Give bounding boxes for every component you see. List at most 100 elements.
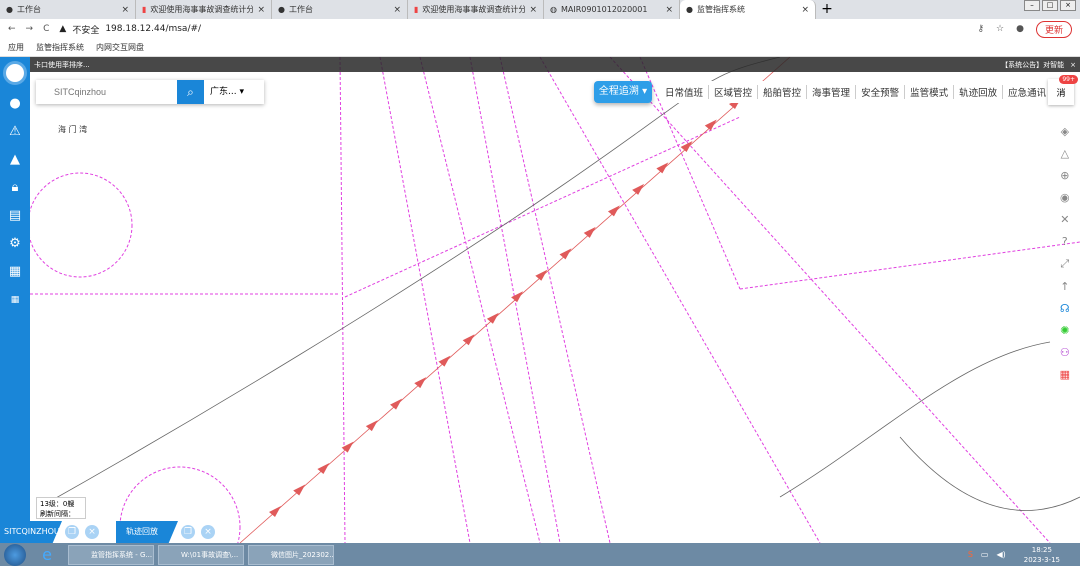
- back-icon[interactable]: ←: [8, 24, 16, 34]
- notice-bar: 卡口使用率排序... 【系统公告】对智能 ×: [30, 57, 1080, 72]
- browser-tab-active[interactable]: ● 监管指挥系统 ×: [680, 0, 816, 19]
- menu-item[interactable]: 区域管控: [709, 85, 759, 99]
- sidebar: ● ⚠ ▲ 🔒︎ ▤ ⚙ ▦ ▦: [0, 57, 30, 543]
- help-icon[interactable]: ?: [1060, 235, 1070, 248]
- close-icon[interactable]: ×: [1070, 61, 1076, 69]
- search-input[interactable]: [36, 80, 177, 104]
- warning-icon[interactable]: △: [1060, 147, 1070, 160]
- bookmarks-bar: 应用 监管指挥系统 内网交互网盘: [0, 39, 1080, 57]
- browser-tab[interactable]: ▮欢迎使用海事事故调查统计分析...×: [408, 0, 544, 19]
- ime-icon[interactable]: S: [968, 550, 973, 559]
- browser-tab[interactable]: ● 工作台 ×: [272, 0, 408, 19]
- warning-icon: ▲: [59, 24, 67, 34]
- close-tab-icon[interactable]: ×: [257, 5, 265, 15]
- track-point-arrow[interactable]: [656, 162, 669, 174]
- trace-dropdown-button[interactable]: 全程追溯 ▾: [594, 81, 652, 103]
- close-icon[interactable]: ×: [85, 525, 99, 539]
- track-point-arrow[interactable]: [486, 312, 499, 324]
- user-icon[interactable]: ●: [6, 95, 24, 113]
- lock-icon[interactable]: 🔒︎: [6, 179, 24, 197]
- ie-icon[interactable]: e: [30, 545, 64, 564]
- circle-icon[interactable]: ◉: [1060, 191, 1070, 204]
- locate-icon[interactable]: ⊕: [1060, 169, 1070, 182]
- close-tab-icon[interactable]: ×: [121, 5, 129, 15]
- menu-item[interactable]: 安全预警: [856, 85, 906, 99]
- menu-item[interactable]: 海事管理: [807, 85, 857, 99]
- track-point-arrow[interactable]: [365, 420, 378, 432]
- close-tab-icon[interactable]: ×: [801, 5, 809, 15]
- nautical-map[interactable]: 海 门 湾: [0, 57, 1080, 543]
- measure-icon[interactable]: ✕: [1060, 213, 1070, 226]
- menu-item[interactable]: 应急通讯: [1003, 85, 1051, 99]
- close-tab-icon[interactable]: ×: [393, 5, 401, 15]
- close-tab-icon[interactable]: ×: [665, 5, 673, 15]
- up-icon[interactable]: ↑: [1060, 280, 1070, 293]
- alert-icon[interactable]: ⚠: [6, 123, 24, 141]
- clock[interactable]: 18:25 2023-3-15: [1024, 545, 1080, 565]
- update-button[interactable]: 更新: [1035, 20, 1072, 38]
- browser-tab[interactable]: ▮欢迎使用海事事故调查统计分析...×: [136, 0, 272, 19]
- close-icon[interactable]: ×: [201, 525, 215, 539]
- sun-icon[interactable]: ✺: [1060, 324, 1070, 337]
- minimize-button[interactable]: –: [1024, 0, 1040, 11]
- track-point-arrow[interactable]: [462, 334, 475, 346]
- bookmark-item[interactable]: 监管指挥系统: [36, 42, 84, 53]
- fullscreen-icon[interactable]: ⤢: [1060, 257, 1070, 271]
- track-point-arrow[interactable]: [511, 291, 524, 303]
- track-point-arrow[interactable]: [632, 183, 645, 195]
- browser-tab[interactable]: ◍ MAIR0901012020001 ×: [544, 0, 680, 19]
- restore-icon[interactable]: ❐: [65, 525, 79, 539]
- start-button[interactable]: [4, 543, 26, 566]
- track-point-arrow[interactable]: [317, 463, 330, 475]
- track-point-arrow[interactable]: [607, 205, 620, 217]
- map-canvas: 海 门 湾: [27, 57, 1080, 543]
- omnibox[interactable]: ▲ 不安全 198.18.12.44/msa/#/: [59, 23, 201, 36]
- taskbar-item[interactable]: W:\01事故调查\...: [158, 544, 244, 565]
- restore-icon[interactable]: ❐: [181, 525, 195, 539]
- menu-item[interactable]: 监管模式: [905, 85, 955, 99]
- close-tab-icon[interactable]: ×: [529, 5, 537, 15]
- bottom-tab[interactable]: 轨迹回放: [116, 521, 178, 543]
- browser-tab[interactable]: ● 工作台 ×: [0, 0, 136, 19]
- maximize-button[interactable]: □: [1042, 0, 1058, 11]
- profile-icon[interactable]: ●: [1016, 24, 1024, 34]
- taskbar-item[interactable]: 监管指挥系统 - G...: [68, 544, 154, 565]
- forward-icon[interactable]: →: [26, 24, 34, 34]
- settings-icon[interactable]: ⚙: [6, 235, 24, 253]
- region-select[interactable]: 广东... ▾: [204, 80, 264, 104]
- search-button[interactable]: ⌕: [177, 80, 204, 104]
- layers-icon[interactable]: ◈: [1060, 125, 1070, 138]
- document-icon[interactable]: ▤: [6, 207, 24, 225]
- depth-contour: [39, 57, 781, 508]
- grid-icon[interactable]: ▦: [6, 291, 24, 309]
- key-icon[interactable]: ⚷: [977, 24, 984, 34]
- track-point-arrow[interactable]: [438, 355, 451, 367]
- menu-item[interactable]: 轨迹回放: [954, 85, 1004, 99]
- bottom-tabs: SITCQINZHOU ❐ × 轨迹回放 ❐ ×: [0, 521, 232, 543]
- volume-icon[interactable]: ◀): [996, 550, 1005, 559]
- close-window-button[interactable]: ×: [1060, 0, 1076, 11]
- message-button[interactable]: 消 99+: [1048, 75, 1078, 105]
- track-point-arrow[interactable]: [559, 248, 572, 260]
- bookmark-item[interactable]: 内网交互网盘: [96, 42, 144, 53]
- taskbar-item[interactable]: 微信图片_202302...: [248, 544, 334, 565]
- track-point-arrow[interactable]: [583, 226, 596, 238]
- users-icon[interactable]: ⚇: [1060, 346, 1070, 359]
- star-icon[interactable]: ☆: [996, 24, 1004, 34]
- track-point-arrow[interactable]: [390, 398, 403, 410]
- reload-icon[interactable]: C: [43, 24, 49, 34]
- education-icon[interactable]: ▲: [6, 151, 24, 169]
- track-point-arrow[interactable]: [535, 269, 548, 281]
- network-icon[interactable]: ▭: [981, 550, 989, 559]
- support-icon[interactable]: ☊: [1060, 302, 1070, 315]
- menu-item[interactable]: 日常值班: [660, 85, 710, 99]
- bookmark-apps[interactable]: 应用: [8, 42, 24, 53]
- top-menu: 日常值班 区域管控 船舶管控 海事管理 安全预警 监管模式 轨迹回放 应急通讯: [660, 81, 1052, 103]
- calendar-icon[interactable]: ▦: [6, 263, 24, 281]
- bottom-tab[interactable]: SITCQINZHOU: [0, 521, 62, 543]
- menu-item[interactable]: 船舶管控: [758, 85, 808, 99]
- new-tab-button[interactable]: +: [816, 0, 838, 19]
- track-point-arrow[interactable]: [414, 377, 427, 389]
- track-point-arrow[interactable]: [341, 441, 354, 453]
- keyboard-icon[interactable]: ▦: [1060, 368, 1070, 381]
